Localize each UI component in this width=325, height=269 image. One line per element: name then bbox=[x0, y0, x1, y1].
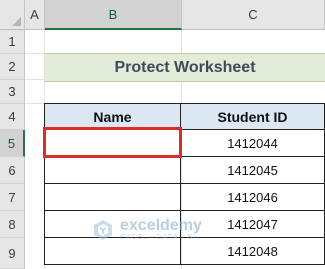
active-cell-highlight[interactable] bbox=[43, 127, 182, 158]
student-id-cell[interactable]: 1412045 bbox=[180, 156, 325, 184]
row-header-6[interactable]: 6 bbox=[0, 157, 25, 184]
name-cell[interactable] bbox=[44, 210, 181, 238]
name-cell[interactable] bbox=[44, 183, 181, 211]
student-id-cell[interactable]: 1412046 bbox=[180, 183, 325, 211]
header-name-cell[interactable]: Name bbox=[44, 103, 181, 130]
student-id-cell[interactable]: 1412044 bbox=[180, 129, 325, 157]
select-all-corner[interactable] bbox=[0, 0, 25, 30]
column-header-c[interactable]: C bbox=[182, 0, 325, 30]
student-id-cell[interactable]: 1412048 bbox=[180, 237, 325, 265]
name-cell[interactable] bbox=[44, 237, 181, 265]
column-header-b[interactable]: B bbox=[45, 0, 182, 30]
row-header-5[interactable]: 5 bbox=[0, 130, 25, 157]
row-header-1[interactable]: 1 bbox=[0, 30, 25, 54]
name-cell[interactable] bbox=[44, 156, 181, 184]
row-header-7[interactable]: 7 bbox=[0, 184, 25, 211]
row-header-8[interactable]: 8 bbox=[0, 211, 25, 238]
header-student-id-cell[interactable]: Student ID bbox=[180, 103, 325, 130]
sheet-title[interactable]: Protect Worksheet bbox=[45, 53, 325, 82]
row-header-2[interactable]: 2 bbox=[0, 54, 25, 80]
row-header-3[interactable]: 3 bbox=[0, 80, 25, 104]
row-header-9[interactable]: 9 bbox=[0, 238, 25, 269]
student-id-cell[interactable]: 1412047 bbox=[180, 210, 325, 238]
column-header-a[interactable]: A bbox=[25, 0, 45, 30]
row-header-4[interactable]: 4 bbox=[0, 104, 25, 130]
